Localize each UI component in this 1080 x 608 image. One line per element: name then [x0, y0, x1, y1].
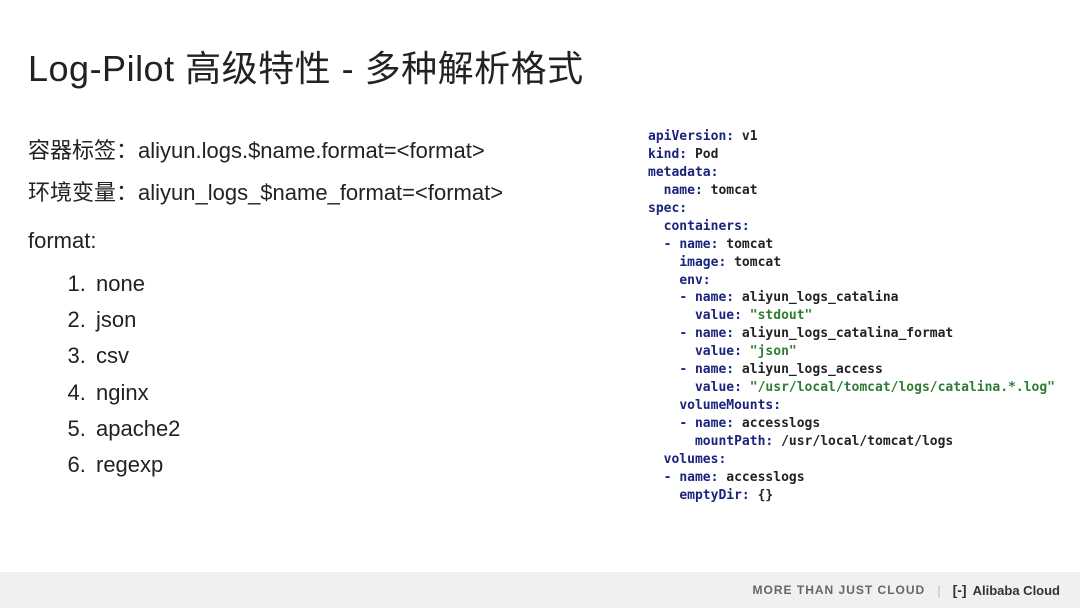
- brand: [-] Alibaba Cloud: [953, 582, 1060, 598]
- footer-separator: |: [937, 583, 940, 598]
- yaml-key: mountPath:: [695, 434, 773, 449]
- yaml-key: containers:: [664, 219, 750, 234]
- yaml-key: metadata:: [648, 165, 718, 180]
- brand-logo-icon: [-]: [953, 582, 967, 598]
- yaml-key: volumes:: [664, 452, 727, 467]
- format-label: format:: [28, 224, 618, 258]
- left-column: 容器标签：aliyun.logs.$name.format=<format> 环…: [28, 134, 618, 483]
- yaml-dash: -: [679, 290, 695, 305]
- slide: Log-Pilot 高级特性 - 多种解析格式 容器标签：aliyun.logs…: [0, 0, 1080, 608]
- list-item: apache2: [92, 411, 618, 447]
- yaml-key: name:: [695, 362, 734, 377]
- yaml-key: image:: [679, 255, 726, 270]
- yaml-dash: -: [664, 237, 680, 252]
- yaml-key: name:: [695, 290, 734, 305]
- slide-title: Log-Pilot 高级特性 - 多种解析格式: [28, 40, 584, 92]
- yaml-value: accesslogs: [734, 416, 820, 431]
- yaml-key: name:: [695, 416, 734, 431]
- yaml-key: name:: [695, 326, 734, 341]
- yaml-value: tomcat: [718, 237, 773, 252]
- yaml-key: value:: [695, 380, 742, 395]
- yaml-value: Pod: [687, 147, 718, 162]
- yaml-key: spec:: [648, 201, 687, 216]
- list-item: nginx: [92, 375, 618, 411]
- list-item: none: [92, 266, 618, 302]
- yaml-key: env:: [679, 273, 710, 288]
- yaml-value: /usr/local/tomcat/logs: [773, 434, 953, 449]
- footer: MORE THAN JUST CLOUD | [-] Alibaba Cloud: [0, 572, 1080, 608]
- yaml-value: aliyun_logs_catalina_format: [734, 326, 953, 341]
- yaml-key: name:: [679, 237, 718, 252]
- list-item: regexp: [92, 447, 618, 483]
- list-item: json: [92, 302, 618, 338]
- yaml-key: value:: [695, 344, 742, 359]
- env-var-line: 环境变量：aliyun_logs_$name_format=<format>: [28, 176, 618, 210]
- footer-tagline: MORE THAN JUST CLOUD: [753, 583, 926, 597]
- yaml-dash: -: [679, 416, 695, 431]
- yaml-string-value: "/usr/local/tomcat/logs/catalina.*.log": [742, 380, 1055, 395]
- yaml-value: {}: [750, 488, 773, 503]
- yaml-key: apiVersion:: [648, 129, 734, 144]
- yaml-value: tomcat: [726, 255, 781, 270]
- yaml-value: v1: [734, 129, 757, 144]
- yaml-dash: -: [679, 362, 695, 377]
- yaml-key: name:: [679, 470, 718, 485]
- yaml-key: kind:: [648, 147, 687, 162]
- yaml-value: tomcat: [703, 183, 758, 198]
- yaml-value: accesslogs: [718, 470, 804, 485]
- yaml-value: aliyun_logs_access: [734, 362, 883, 377]
- brand-name: Alibaba Cloud: [973, 583, 1060, 598]
- yaml-string-value: "json": [742, 344, 797, 359]
- yaml-dash: -: [679, 326, 695, 341]
- yaml-key: value:: [695, 308, 742, 323]
- yaml-snippet: apiVersion: v1 kind: Pod metadata: name:…: [648, 128, 1066, 505]
- yaml-value: aliyun_logs_catalina: [734, 290, 898, 305]
- list-item: csv: [92, 338, 618, 374]
- yaml-key: volumeMounts:: [679, 398, 781, 413]
- yaml-key: emptyDir:: [679, 488, 749, 503]
- yaml-dash: -: [664, 470, 680, 485]
- yaml-key: name:: [664, 183, 703, 198]
- format-list: none json csv nginx apache2 regexp: [92, 266, 618, 483]
- container-label-line: 容器标签：aliyun.logs.$name.format=<format>: [28, 134, 618, 168]
- yaml-string-value: "stdout": [742, 308, 812, 323]
